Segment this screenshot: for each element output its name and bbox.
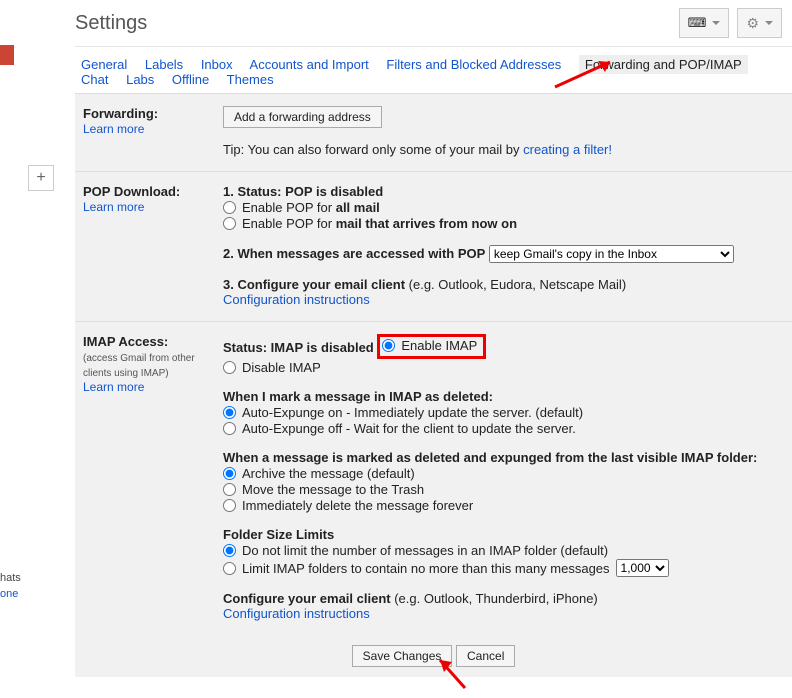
fsl-limit-label: Limit IMAP folders to contain no more th… [242, 561, 610, 576]
fsl-unlimited-label: Do not limit the number of messages in a… [242, 543, 608, 558]
exp-delete-label: Immediately delete the message forever [242, 498, 473, 513]
add-forwarding-address-button[interactable]: Add a forwarding address [223, 106, 382, 128]
pop-enable-new-radio[interactable] [223, 217, 236, 230]
imap-enable-radio[interactable] [382, 339, 395, 352]
folder-limits-header: Folder Size Limits [223, 527, 334, 542]
pop-access-label: 2. When messages are accessed with POP [223, 246, 485, 261]
page-title: Settings [75, 12, 147, 35]
forwarding-tip: Tip: You can also forward only some of y… [223, 142, 784, 157]
pop-learn-more[interactable]: Learn more [83, 200, 144, 214]
tab-offline[interactable]: Offline [172, 72, 209, 87]
forwarding-label: Forwarding: [83, 106, 158, 121]
pop-enable-all-radio[interactable] [223, 201, 236, 214]
tab-inbox[interactable]: Inbox [201, 57, 233, 72]
new-label-button[interactable]: + [28, 165, 54, 191]
fsl-limit-select[interactable]: 1,000 [616, 559, 669, 577]
tab-accounts[interactable]: Accounts and Import [250, 57, 369, 72]
imap-hint: (access Gmail from other clients using I… [83, 353, 195, 379]
tab-filters[interactable]: Filters and Blocked Addresses [386, 57, 561, 72]
cancel-button[interactable]: Cancel [456, 645, 515, 667]
tab-labels[interactable]: Labels [145, 57, 183, 72]
settings-tabs: General Labels Inbox Accounts and Import… [75, 47, 792, 93]
tab-chat[interactable]: Chat [81, 72, 108, 87]
fsl-limit-radio[interactable] [223, 562, 236, 575]
caret-down-icon [712, 21, 720, 25]
pop-configure-label: 3. Configure your email client (e.g. Out… [223, 277, 626, 292]
expunge-off-label: Auto-Expunge off - Wait for the client t… [242, 421, 576, 436]
pop-config-link[interactable]: Configuration instructions [223, 292, 370, 307]
imap-expunged-header: When a message is marked as deleted and … [223, 450, 757, 465]
tab-themes[interactable]: Themes [227, 72, 274, 87]
gear-icon: ⚙ [746, 15, 759, 32]
tab-general[interactable]: General [81, 57, 127, 72]
pop-action-select[interactable]: keep Gmail's copy in the Inbox [489, 245, 734, 263]
tab-labs[interactable]: Labs [126, 72, 154, 87]
exp-delete-radio[interactable] [223, 499, 236, 512]
imap-delete-header: When I mark a message in IMAP as deleted… [223, 389, 493, 404]
exp-archive-radio[interactable] [223, 467, 236, 480]
pop-enable-all-label: Enable POP for all mail [242, 200, 380, 215]
enable-imap-highlight: Enable IMAP [377, 334, 486, 359]
input-tools-button[interactable]: ⌨ [679, 8, 730, 38]
save-changes-button[interactable]: Save Changes [352, 645, 453, 667]
fsl-unlimited-radio[interactable] [223, 544, 236, 557]
imap-disable-radio[interactable] [223, 361, 236, 374]
caret-down-icon [765, 21, 773, 25]
pop-status: 1. Status: POP is disabled [223, 184, 383, 199]
forwarding-learn-more[interactable]: Learn more [83, 122, 144, 136]
imap-learn-more[interactable]: Learn more [83, 380, 144, 394]
exp-trash-radio[interactable] [223, 483, 236, 496]
tab-forwarding[interactable]: Forwarding and POP/IMAP [579, 55, 748, 74]
imap-configure-label: Configure your email client (e.g. Outloo… [223, 591, 598, 606]
exp-trash-label: Move the message to the Trash [242, 482, 424, 497]
chat-link[interactable]: one [0, 586, 21, 602]
pop-enable-new-label: Enable POP for mail that arrives from no… [242, 216, 517, 231]
compose-indicator [0, 45, 14, 65]
imap-label: IMAP Access: [83, 334, 168, 349]
pop-label: POP Download: [83, 184, 180, 199]
imap-disable-label: Disable IMAP [242, 360, 321, 375]
expunge-on-label: Auto-Expunge on - Immediately update the… [242, 405, 583, 420]
expunge-on-radio[interactable] [223, 406, 236, 419]
keyboard-icon: ⌨ [688, 15, 707, 31]
chat-sidebar: hats one [0, 570, 21, 602]
imap-config-link[interactable]: Configuration instructions [223, 606, 370, 621]
expunge-off-radio[interactable] [223, 422, 236, 435]
create-filter-link[interactable]: creating a filter! [523, 142, 612, 157]
exp-archive-label: Archive the message (default) [242, 466, 415, 481]
imap-status: Status: IMAP is disabled [223, 340, 374, 355]
imap-enable-label: Enable IMAP [401, 338, 477, 353]
settings-gear-button[interactable]: ⚙ [737, 8, 782, 38]
